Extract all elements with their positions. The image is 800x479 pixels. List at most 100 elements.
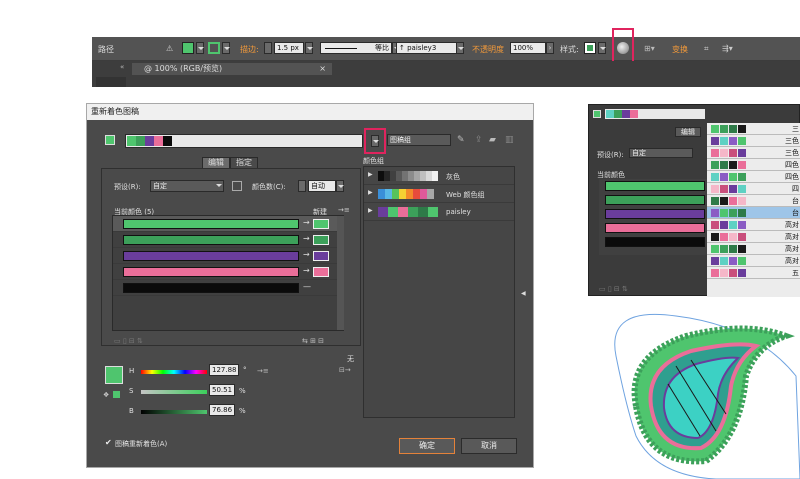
mapping-row[interactable]: → [113, 248, 343, 264]
harmony-rule-row[interactable]: 高对 [707, 255, 800, 267]
color-count-select[interactable]: 自动 [308, 180, 336, 192]
group-color-swatch[interactable] [418, 207, 428, 217]
preset-options-icon[interactable] [232, 181, 242, 191]
eyedropper-icon[interactable]: ✎ [457, 135, 465, 145]
harmony-rule-row[interactable]: 高对 [707, 231, 800, 243]
color-mode-icon[interactable]: ❖ [103, 391, 109, 399]
group-color-swatch[interactable] [378, 189, 385, 199]
group-color-swatch[interactable] [392, 189, 399, 199]
stroke-swatch[interactable] [208, 42, 220, 54]
group-color-swatch[interactable] [427, 189, 434, 199]
new-color-swatch[interactable] [313, 267, 329, 277]
stroke-width-dropdown[interactable] [305, 42, 313, 54]
group-color-swatch[interactable] [385, 189, 392, 199]
stroke-dropdown[interactable] [222, 42, 230, 54]
harmony-rule-row[interactable]: 四色 [707, 159, 800, 171]
mapping-row[interactable]: — [113, 280, 343, 296]
color-group-row[interactable]: ▶ paisley [364, 203, 514, 221]
harmony-rule-row[interactable]: 台 [707, 207, 800, 219]
recolor-checkbox[interactable]: ✔ [105, 438, 112, 447]
color-count-stepper[interactable] [298, 180, 306, 192]
harmony-rule-row[interactable]: 三色 [707, 135, 800, 147]
harmony-rule-row[interactable]: 三色 [707, 147, 800, 159]
h-input[interactable]: 127.88 [209, 364, 239, 376]
saturation-slider[interactable] [141, 390, 207, 394]
group-color-swatch[interactable] [413, 189, 420, 199]
new-color-swatch[interactable] [313, 219, 329, 229]
map-arrow-icon[interactable]: → [303, 218, 310, 227]
folder-icon[interactable]: ▰ [489, 135, 496, 145]
expand-icon[interactable]: ▶ [368, 171, 373, 178]
current-color-swatch[interactable] [123, 267, 299, 277]
group-color-swatch[interactable] [378, 207, 388, 217]
s-input[interactable]: 50.51 [209, 384, 235, 396]
list-tools-icon[interactable]: ▭ ▯ ⊟ ⇅ [599, 285, 628, 293]
color-group-row[interactable]: ▶ 灰色 [364, 167, 514, 185]
no-color-icon[interactable]: ⊟→ [339, 366, 351, 374]
stroke-label[interactable]: 描边: [240, 44, 259, 55]
color-count-dropdown[interactable] [336, 180, 344, 192]
harmony-rule-row[interactable]: 高对 [707, 219, 800, 231]
map-arrow-icon[interactable]: → [303, 234, 310, 243]
current-color-swatch[interactable] [123, 283, 299, 293]
list-actions-icon[interactable]: ⇆ ⊞ ⊟ [302, 337, 324, 345]
mapping-row[interactable]: → [113, 264, 343, 280]
group-color-swatch[interactable] [432, 171, 438, 181]
current-color-swatch[interactable] [123, 235, 299, 245]
fill-swatch[interactable] [182, 42, 194, 54]
trash-icon[interactable]: ▥ [505, 135, 514, 145]
colors-bar[interactable] [125, 134, 363, 148]
new-color-swatch[interactable] [313, 251, 329, 261]
harmony-rule-row[interactable]: 四色 [707, 171, 800, 183]
map-arrow-icon[interactable]: → [303, 250, 310, 259]
style-swatch[interactable] [584, 42, 596, 54]
brightness-slider[interactable] [141, 410, 207, 414]
current-color-swatch[interactable] [123, 251, 299, 261]
tab-edit[interactable]: 编辑 [675, 127, 701, 137]
ok-button[interactable]: 确定 [399, 438, 455, 454]
group-color-swatch[interactable] [388, 207, 398, 217]
brush-select[interactable]: ↑ paisley3 [396, 42, 460, 54]
brush-dropdown[interactable] [456, 42, 464, 54]
group-color-swatch[interactable] [420, 189, 427, 199]
hue-slider[interactable] [141, 370, 207, 374]
align-grid-icon[interactable]: ⊞▾ [644, 44, 655, 53]
collapse-panel-icon[interactable]: ◀ [521, 290, 526, 297]
group-color-swatch[interactable] [428, 207, 438, 217]
preset-select[interactable]: 自定 [629, 148, 693, 158]
color-group-row[interactable]: ▶ Web 颜色组 [364, 185, 514, 203]
group-color-swatch[interactable] [399, 189, 406, 199]
preset-select[interactable]: 自定 [150, 180, 224, 192]
list-tools-icon[interactable]: ▭ ▯ ⊟ ⇅ [114, 337, 143, 345]
harmony-rule-row[interactable]: 高对 [707, 243, 800, 255]
map-arrow-icon[interactable]: → [303, 266, 310, 275]
close-tab-icon[interactable]: × [319, 63, 326, 75]
fill-dropdown[interactable] [196, 42, 204, 54]
opacity-label[interactable]: 不透明度 [472, 44, 504, 55]
new-color-swatch[interactable] [313, 235, 329, 245]
harmony-rule-row[interactable]: 台 [707, 195, 800, 207]
group-name-input[interactable]: 图稿组 [387, 134, 451, 146]
mapping-row[interactable]: → [113, 232, 343, 248]
slider-menu-icon[interactable]: →≡ [257, 367, 269, 375]
document-tab[interactable]: @ 100% (RGB/预览) × [132, 63, 332, 75]
collapse-arrows-icon[interactable]: « [120, 63, 124, 71]
harmony-rule-row[interactable]: 三 [707, 123, 800, 135]
save-group-icon[interactable]: ⇪ [475, 135, 483, 145]
opacity-input[interactable]: 100% [510, 42, 546, 54]
paisley-artwork[interactable] [596, 296, 800, 479]
list-scrollbar[interactable] [337, 216, 344, 330]
stroke-stepper[interactable] [264, 42, 272, 54]
preset-dropdown-icon[interactable] [216, 184, 222, 187]
stroke-width-input[interactable]: 1.5 px [274, 42, 304, 54]
cancel-button[interactable]: 取消 [461, 438, 517, 454]
group-color-swatch[interactable] [398, 207, 408, 217]
mapping-row[interactable]: → [113, 216, 343, 232]
current-color-swatch[interactable] [123, 219, 299, 229]
harmony-rule-row[interactable]: 五 [707, 267, 800, 279]
group-color-swatch[interactable] [408, 207, 418, 217]
group-color-swatch[interactable] [406, 189, 413, 199]
transform-link[interactable]: 变换 [672, 44, 688, 55]
style-dropdown[interactable] [598, 42, 606, 54]
new-column-menu-icon[interactable]: →≡ [338, 206, 350, 214]
